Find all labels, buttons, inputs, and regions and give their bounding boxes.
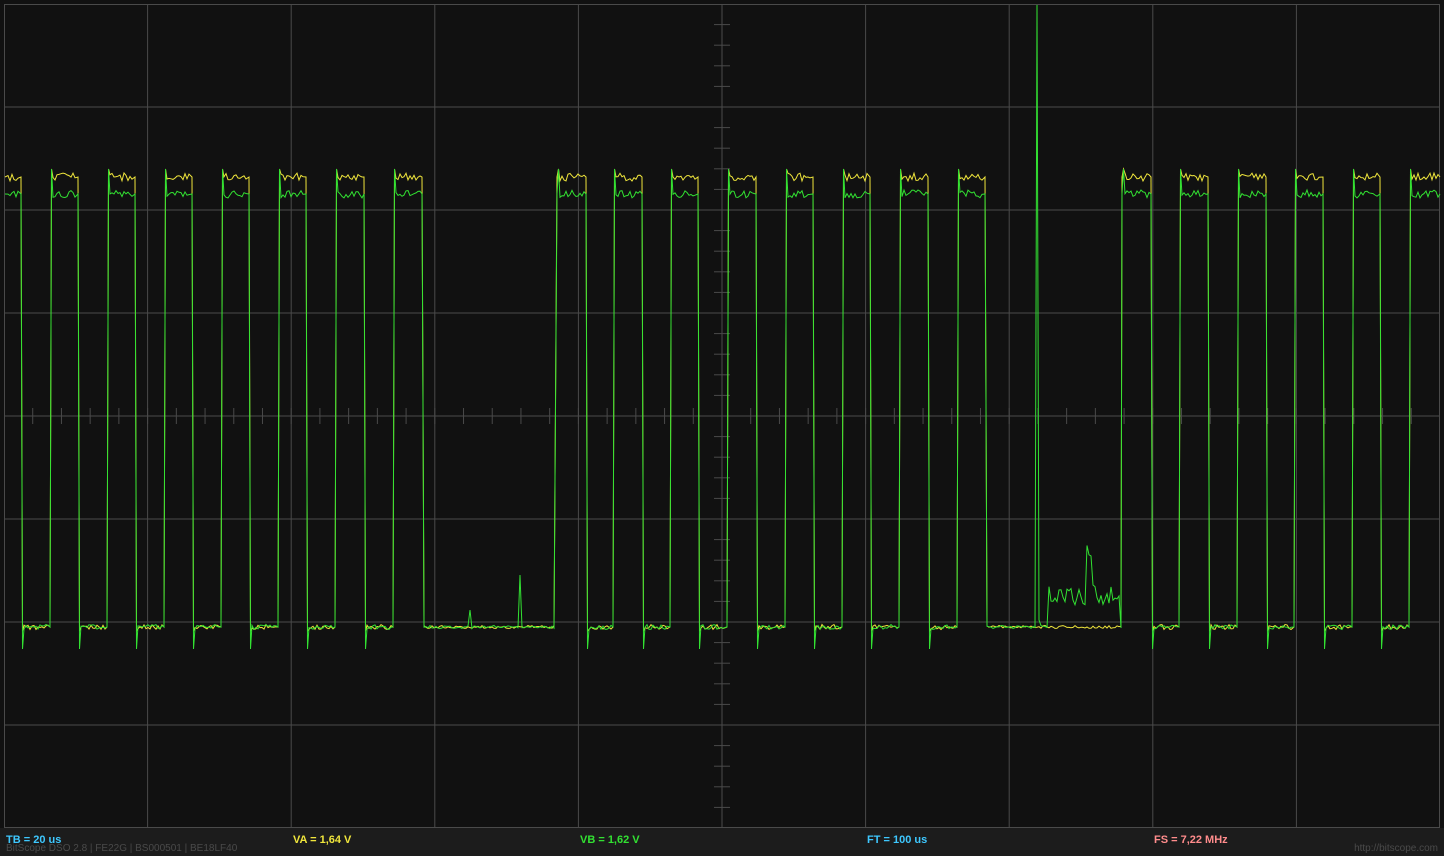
channel-b-voltage-readout[interactable]: VB = 1,62 V	[580, 834, 640, 846]
device-info-text: BitScope DSO 2.8 | FE22G | BS000501 | BE…	[6, 843, 238, 854]
sample-frequency-readout[interactable]: FS = 7,22 MHz	[1154, 834, 1228, 846]
channel-a-voltage-readout[interactable]: VA = 1,64 V	[293, 834, 351, 846]
oscilloscope-display[interactable]	[0, 0, 1444, 856]
bitscope-url-link[interactable]: http://bitscope.com	[1354, 843, 1438, 854]
frame-time-readout[interactable]: FT = 100 us	[867, 834, 927, 846]
